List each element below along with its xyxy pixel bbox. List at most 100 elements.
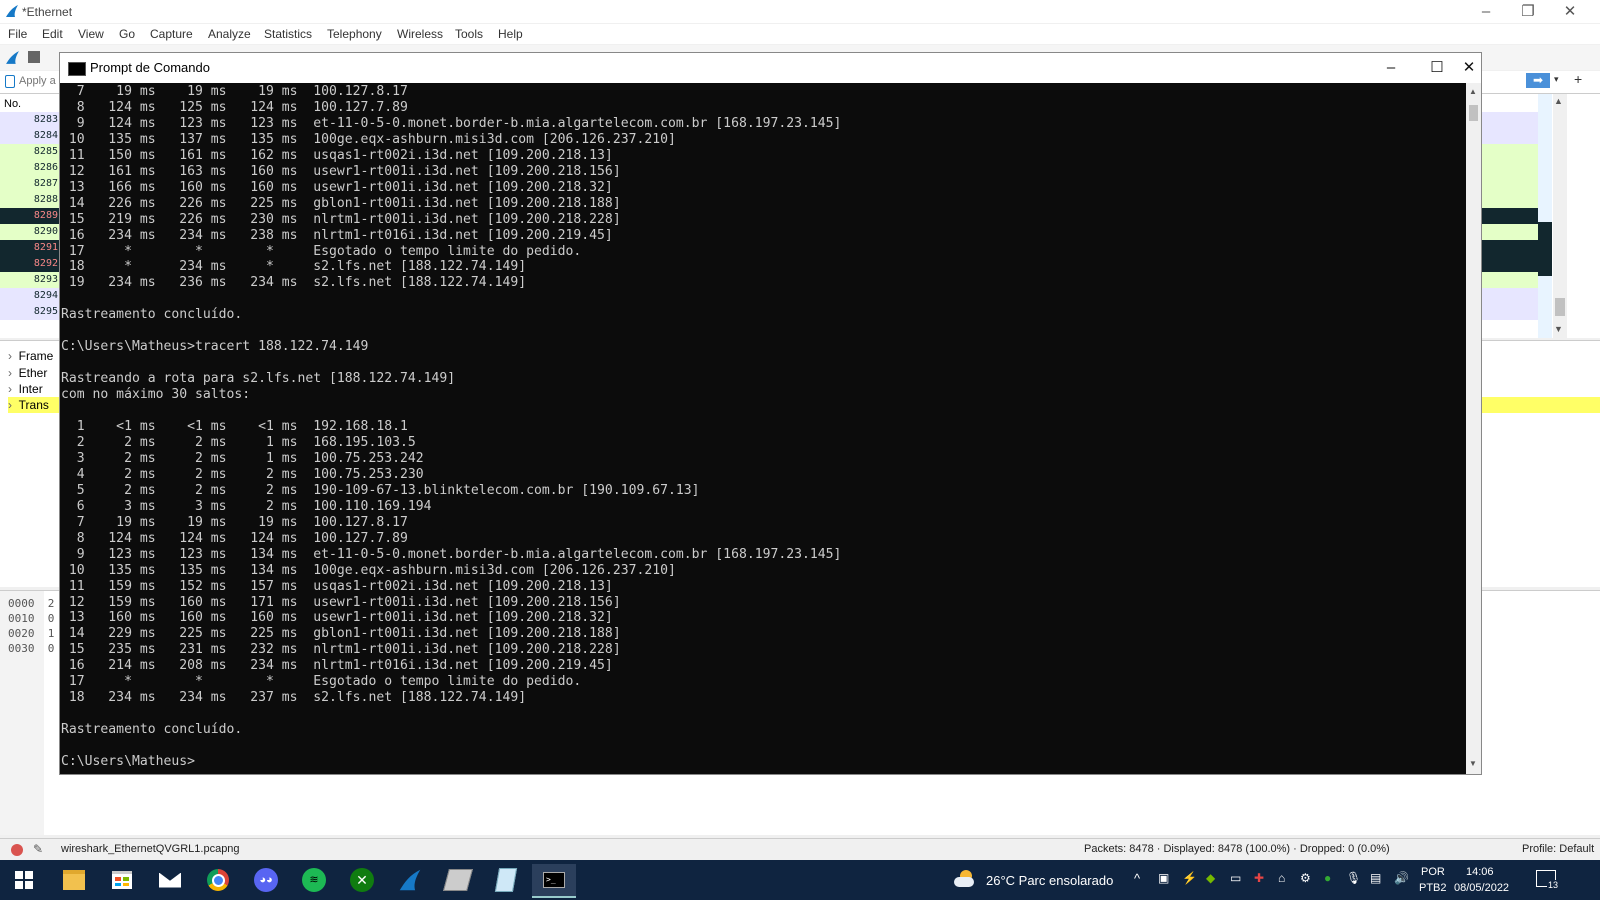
add-filter-button[interactable]: + xyxy=(1574,71,1582,87)
scroll-thumb[interactable] xyxy=(1555,298,1565,316)
file-explorer-icon[interactable] xyxy=(52,864,96,896)
menu-capture[interactable]: Capture xyxy=(150,27,193,41)
packet-number: 8294 xyxy=(33,290,58,301)
weather-sun-cloud-icon[interactable] xyxy=(954,870,976,890)
menu-wireless[interactable]: Wireless xyxy=(397,27,443,41)
start-capture-icon[interactable] xyxy=(5,50,20,65)
menu-go[interactable]: Go xyxy=(119,27,135,41)
detail-row-internet[interactable]: › Inter xyxy=(8,381,43,397)
cmd-close-button[interactable]: ✕ xyxy=(1458,57,1480,79)
input-language-top[interactable]: POR xyxy=(1421,866,1445,878)
menu-telephony[interactable]: Telephony xyxy=(327,27,382,41)
scroll-up-chevron-icon[interactable]: ▲ xyxy=(1554,96,1563,106)
window-title: *Ethernet xyxy=(22,5,73,19)
expert-info-icon[interactable] xyxy=(11,844,23,856)
hex-row: 0030 0 xyxy=(8,642,55,655)
weather-text[interactable]: 26°C Parc ensolarado xyxy=(986,873,1113,888)
app-taskbar-icon[interactable] xyxy=(436,864,480,896)
minimize-button[interactable]: – xyxy=(1466,2,1506,22)
console-scroll-thumb[interactable] xyxy=(1469,105,1478,121)
cmd-minimize-button[interactable]: – xyxy=(1368,57,1414,79)
packet-number: 8288 xyxy=(33,194,58,205)
wireshark-taskbar-icon[interactable] xyxy=(388,864,432,896)
tray-nvidia-icon[interactable]: ◆ xyxy=(1206,871,1215,885)
capture-comment-icon[interactable]: ✎ xyxy=(33,842,43,856)
tray-app-icon[interactable]: ▣ xyxy=(1158,871,1169,885)
scroll-down-chevron-icon[interactable]: ▼ xyxy=(1554,324,1563,334)
show-hidden-icons-chevron-up-icon[interactable]: ^ xyxy=(1134,871,1140,886)
tray-security-icon[interactable]: ✚ xyxy=(1254,871,1264,885)
expand-chevron-icon[interactable]: › xyxy=(8,382,12,396)
column-header-no[interactable]: No. xyxy=(4,98,21,110)
tray-monitor-icon[interactable]: ▭ xyxy=(1230,871,1241,885)
wireshark-fin-icon xyxy=(6,5,18,17)
cmd-taskbar-icon[interactable]: >_ xyxy=(532,864,576,898)
input-language-bottom[interactable]: PTB2 xyxy=(1419,882,1447,894)
packet-list-scrollbar[interactable]: ▲ ▼ xyxy=(1553,94,1567,338)
menu-edit[interactable]: Edit xyxy=(42,27,63,41)
expand-chevron-icon[interactable]: › xyxy=(8,366,12,380)
clock-time[interactable]: 14:06 xyxy=(1466,866,1494,878)
filter-history-chevron-down-icon[interactable]: ▾ xyxy=(1554,74,1559,85)
packet-minimap[interactable] xyxy=(1538,94,1552,338)
statusbar: ✎ wireshark_EthernetQVGRL1.pcapng Packet… xyxy=(0,838,1600,861)
menu-analyze[interactable]: Analyze xyxy=(208,27,251,41)
chrome-icon[interactable] xyxy=(196,864,240,896)
tray-network-adapter-icon[interactable]: ⚡ xyxy=(1182,871,1197,885)
cmd-titlebar: Prompt de Comando – ☐ ✕ xyxy=(60,53,1481,83)
command-prompt-window: Prompt de Comando – ☐ ✕ 7 19 ms 19 ms 19… xyxy=(59,52,1482,775)
profile-label[interactable]: Profile: Default xyxy=(1522,843,1594,855)
expand-chevron-icon[interactable]: › xyxy=(8,349,12,363)
microphone-icon[interactable]: 🎙 xyxy=(1346,871,1361,885)
xbox-icon[interactable]: ✕ xyxy=(340,864,384,896)
scroll-up-chevron-icon[interactable]: ▲ xyxy=(1469,87,1477,96)
mail-icon[interactable] xyxy=(148,864,192,896)
tray-steam-icon[interactable]: ⚙ xyxy=(1300,871,1311,885)
menu-tools[interactable]: Tools xyxy=(455,27,483,41)
packet-number: 8283 xyxy=(33,114,58,125)
packet-counts: Packets: 8478 · Displayed: 8478 (100.0%)… xyxy=(1084,843,1390,855)
packet-number: 8290 xyxy=(33,226,58,237)
bookmark-icon[interactable] xyxy=(5,75,15,88)
speaker-icon[interactable]: 🔊 xyxy=(1394,871,1409,885)
hex-row: 0020 1 xyxy=(8,627,55,640)
packet-number: 8289 xyxy=(33,210,58,221)
display-filter-input[interactable] xyxy=(19,73,59,89)
menu-help[interactable]: Help xyxy=(498,27,523,41)
menu-view[interactable]: View xyxy=(78,27,104,41)
detail-row-frame[interactable]: › Frame xyxy=(8,348,53,364)
hex-row: 0010 0 xyxy=(8,612,55,625)
cmd-maximize-button[interactable]: ☐ xyxy=(1414,57,1460,79)
network-icon[interactable]: ▤ xyxy=(1370,871,1381,885)
console-text: 7 19 ms 19 ms 19 ms 100.127.8.17 8 124 m… xyxy=(61,84,842,770)
scroll-down-chevron-icon[interactable]: ▼ xyxy=(1469,759,1477,768)
spotify-icon[interactable]: ≋ xyxy=(292,864,336,896)
discord-icon[interactable]: ◕◕ xyxy=(244,864,288,896)
detail-row-ethernet[interactable]: › Ether xyxy=(8,365,47,381)
tray-usb-icon[interactable]: ⌂ xyxy=(1278,871,1285,885)
clock-date[interactable]: 08/05/2022 xyxy=(1454,882,1509,894)
cmd-window-title: Prompt de Comando xyxy=(90,60,210,75)
wireshark-titlebar: *Ethernet – ❐ ✕ xyxy=(0,0,1600,23)
menu-statistics[interactable]: Statistics xyxy=(264,27,312,41)
windows-logo-icon xyxy=(15,871,33,889)
start-button[interactable] xyxy=(2,864,46,896)
packet-number: 8287 xyxy=(33,178,58,189)
microsoft-store-icon[interactable] xyxy=(100,864,144,896)
menu-file[interactable]: File xyxy=(8,27,27,41)
notification-count: 13 xyxy=(1547,880,1560,890)
notes-taskbar-icon[interactable] xyxy=(484,864,528,896)
packet-number: 8295 xyxy=(33,306,58,317)
apply-filter-arrow-icon[interactable]: ➡ xyxy=(1526,73,1550,88)
capture-file-name: wireshark_EthernetQVGRL1.pcapng xyxy=(61,843,240,855)
close-button[interactable]: ✕ xyxy=(1550,2,1590,22)
stop-capture-icon[interactable] xyxy=(28,51,40,63)
minimap-dark-band xyxy=(1538,222,1552,276)
tray-status-icon[interactable]: ● xyxy=(1324,871,1331,885)
restore-button[interactable]: ❐ xyxy=(1508,2,1548,22)
console-scrollbar[interactable]: ▲ ▼ xyxy=(1466,83,1481,774)
console-output[interactable]: 7 19 ms 19 ms 19 ms 100.127.8.17 8 124 m… xyxy=(60,83,1465,774)
hex-row: 0000 2 xyxy=(8,597,55,610)
expand-chevron-icon[interactable]: › xyxy=(8,398,12,412)
packet-number: 8292 xyxy=(33,258,58,269)
